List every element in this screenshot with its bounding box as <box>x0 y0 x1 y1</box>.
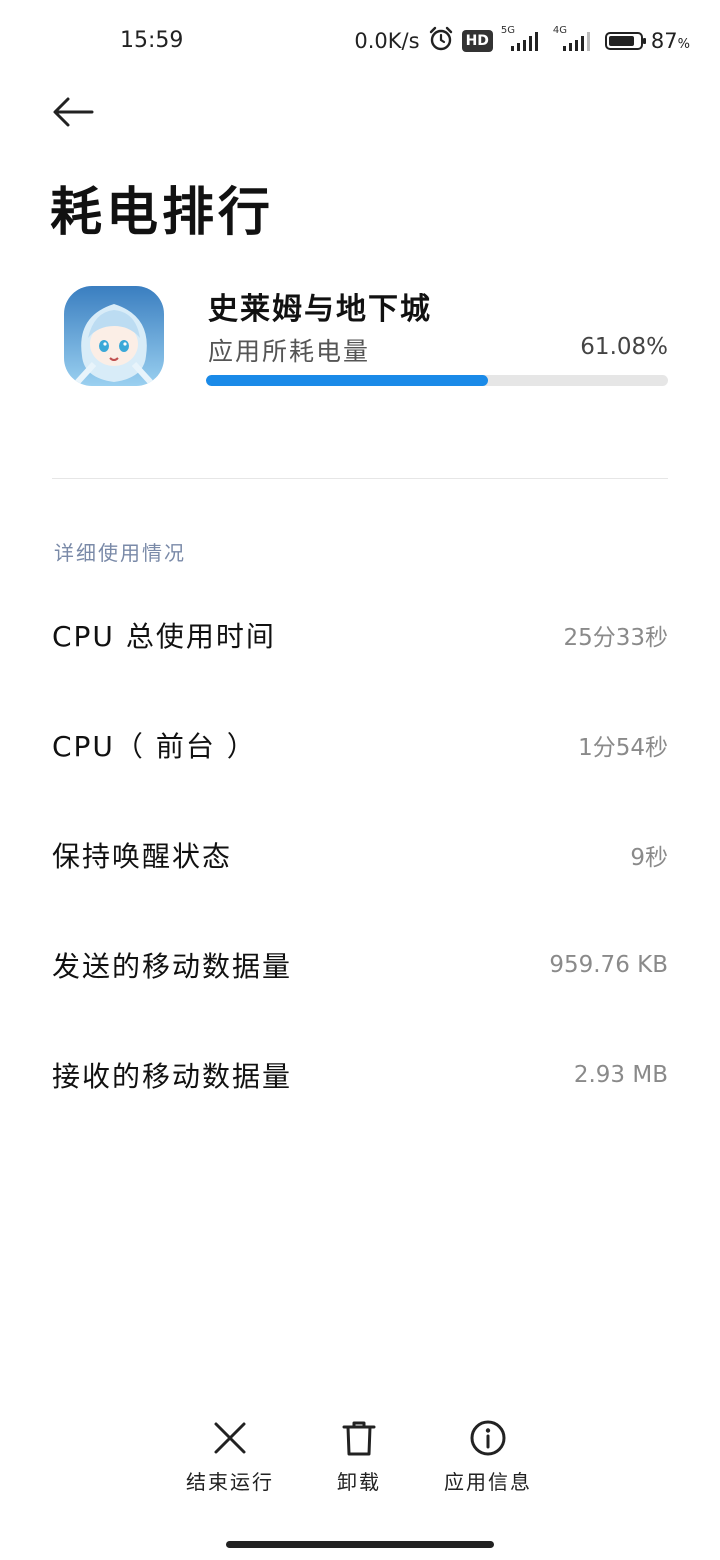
detail-row-cpu-total: CPU 总使用时间 25分33秒 <box>52 580 668 690</box>
detail-row-data-sent: 发送的移动数据量 959.76 KB <box>52 910 668 1020</box>
usage-label: 应用所耗电量 <box>208 337 371 366</box>
status-time: 15:59 <box>120 28 184 53</box>
status-icons: 0.0K/s HD 5G 4G 87% <box>354 25 690 57</box>
battery-percent-unit: % <box>677 37 690 52</box>
detail-value: 9秒 <box>630 845 668 871</box>
detail-label: 接收的移动数据量 <box>52 1060 293 1093</box>
detail-label: CPU 总使用时间 <box>52 620 276 653</box>
stop-running-label: 结束运行 <box>186 1470 274 1494</box>
alarm-icon <box>428 26 454 57</box>
status-bar: 15:59 0.0K/s HD 5G 4G 87% <box>0 0 720 80</box>
detail-value: 1分54秒 <box>578 735 668 761</box>
home-indicator[interactable] <box>226 1541 494 1548</box>
battery-icon <box>604 32 646 50</box>
hd-voice-badge: HD <box>461 30 493 52</box>
detail-label: CPU（ 前台 ） <box>52 730 257 763</box>
detail-value: 959.76 KB <box>549 952 668 978</box>
usage-progress-fill <box>206 375 489 386</box>
network-speed: 0.0K/s <box>354 29 420 53</box>
trash-icon <box>342 1421 376 1456</box>
battery-ranking-screen: 15:59 0.0K/s HD 5G 4G 87% 耗电排行 史莱姆与地下城 应… <box>0 0 720 1560</box>
detail-row-data-received: 接收的移动数据量 2.93 MB <box>52 1020 668 1130</box>
signal-4g-label: 4G <box>552 25 568 36</box>
usage-percent: 61.08% <box>580 334 668 360</box>
battery-fill <box>608 36 635 46</box>
uninstall-label: 卸载 <box>337 1470 381 1494</box>
detail-row-cpu-foreground: CPU（ 前台 ） 1分54秒 <box>52 690 668 800</box>
uninstall-button[interactable]: 卸载 <box>299 1418 419 1495</box>
app-name: 史莱姆与地下城 <box>208 292 432 327</box>
signal-5g-icon: 5G <box>501 25 545 53</box>
signal-5g-label: 5G <box>500 25 516 36</box>
bottom-action-bar: 结束运行 卸载 应用信息 <box>0 1418 720 1498</box>
app-info-button[interactable]: 应用信息 <box>428 1418 548 1495</box>
battery-percent-value: 87 <box>650 29 678 53</box>
stop-running-button[interactable]: 结束运行 <box>170 1418 290 1495</box>
app-icon <box>64 286 164 386</box>
page-title: 耗电排行 <box>50 183 275 243</box>
signal-4g-icon: 4G <box>553 25 597 53</box>
detail-list: CPU 总使用时间 25分33秒 CPU（ 前台 ） 1分54秒 保持唤醒状态 … <box>52 580 668 1130</box>
back-button[interactable] <box>50 92 96 132</box>
detail-value: 2.93 MB <box>573 1062 668 1088</box>
detail-value: 25分33秒 <box>563 625 668 651</box>
usage-progress-bar <box>206 375 668 386</box>
detail-label: 保持唤醒状态 <box>52 840 233 873</box>
app-info-label: 应用信息 <box>444 1470 532 1494</box>
close-icon <box>214 1422 246 1454</box>
divider <box>52 478 668 479</box>
section-title: 详细使用情况 <box>54 541 186 565</box>
detail-row-keep-awake: 保持唤醒状态 9秒 <box>52 800 668 910</box>
detail-label: 发送的移动数据量 <box>52 950 293 983</box>
info-icon <box>470 1420 506 1456</box>
battery-percent: 87% <box>651 29 690 53</box>
back-arrow-icon <box>53 97 94 127</box>
